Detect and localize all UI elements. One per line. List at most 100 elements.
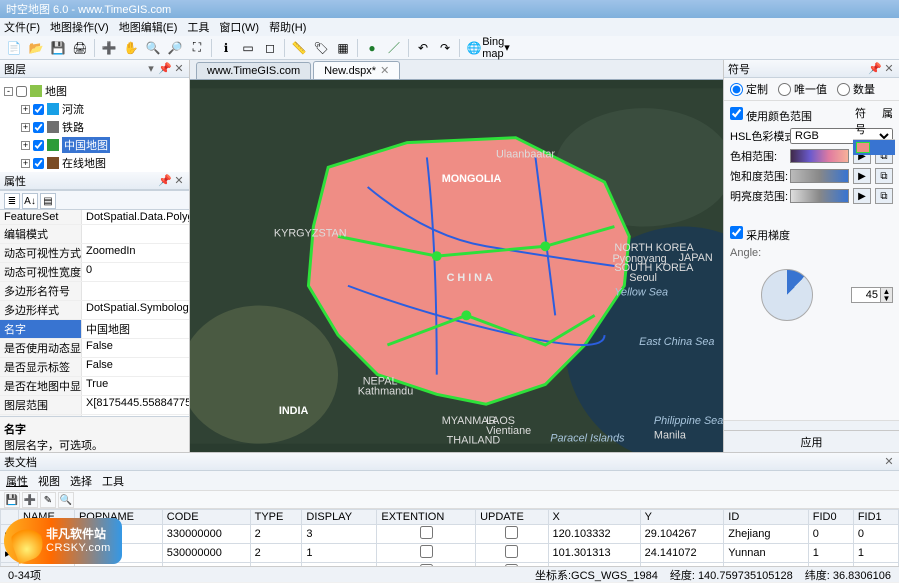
property-row[interactable]: 动态可视性宽度0 xyxy=(0,263,189,282)
sat-pick-icon[interactable]: ⧉ xyxy=(875,168,893,184)
property-row[interactable]: 图层范围X[8175445.55884775|1503 xyxy=(0,396,189,415)
angle-down-icon[interactable]: ▼ xyxy=(880,295,892,302)
property-row[interactable]: 是否显示标签False xyxy=(0,358,189,377)
tbl-save-icon[interactable]: 💾 xyxy=(4,492,20,508)
point-icon[interactable]: ● xyxy=(362,38,382,58)
light-pick-icon[interactable]: ⧉ xyxy=(875,188,893,204)
property-row[interactable]: 多边形名符号 xyxy=(0,282,189,301)
print-icon[interactable]: 🖨 xyxy=(70,38,90,58)
light-play-icon[interactable]: ▶ xyxy=(853,188,871,204)
menubar: 文件(F) 地图操作(V) 地图编辑(E) 工具 窗口(W) 帮助(H) xyxy=(0,18,899,36)
props-az-icon[interactable]: A↓ xyxy=(22,193,38,209)
pin-icon[interactable]: ▾ xyxy=(145,63,157,75)
add-layer-icon[interactable]: ➕ xyxy=(99,38,119,58)
open-icon[interactable]: 📂 xyxy=(26,38,46,58)
menu-mapop[interactable]: 地图操作(V) xyxy=(50,19,109,35)
use-gradient-checkbox[interactable]: 采用梯度 xyxy=(730,230,790,242)
table-tab-attr[interactable]: 属性 xyxy=(6,473,28,488)
angle-spinner[interactable]: ▲▼ xyxy=(851,287,893,303)
table-tab-view[interactable]: 视图 xyxy=(38,473,60,488)
symbol-close-icon[interactable]: ✕ xyxy=(883,63,895,75)
property-row[interactable]: 名字中国地图 xyxy=(0,320,189,339)
menu-help[interactable]: 帮助(H) xyxy=(269,19,306,35)
layer-node[interactable]: +河流 xyxy=(4,100,185,118)
pan-icon[interactable]: ✋ xyxy=(121,38,141,58)
identify-icon[interactable]: ℹ xyxy=(216,38,236,58)
property-grid[interactable]: FeatureSetDotSpatial.Data.Polygon编辑模式动态可… xyxy=(0,210,189,416)
tab-home[interactable]: www.TimeGIS.com xyxy=(196,62,311,79)
map-canvas[interactable]: MONGOLIA CHINA INDIA NEPAL MYANMAR LAOS … xyxy=(190,80,723,452)
layer-node[interactable]: +铁路 xyxy=(4,118,185,136)
redo-icon[interactable]: ↷ xyxy=(435,38,455,58)
props-page-icon[interactable]: ▤ xyxy=(40,193,56,209)
deselect-icon[interactable]: ◻ xyxy=(260,38,280,58)
tbl-edit-icon[interactable]: ✎ xyxy=(40,492,56,508)
basemap-dropdown[interactable]: Bing map ▾ xyxy=(486,38,506,58)
menu-file[interactable]: 文件(F) xyxy=(4,19,40,35)
pin3-icon[interactable]: 📌 xyxy=(159,175,171,187)
svg-text:Vientiane: Vientiane xyxy=(486,425,531,437)
tab-close-icon[interactable]: ✕ xyxy=(380,64,389,77)
menu-tools[interactable]: 工具 xyxy=(187,19,209,35)
property-row[interactable]: 动态可视性方式ZoomedIn xyxy=(0,244,189,263)
hsl-mode-label: HSL色彩模式 xyxy=(730,128,786,144)
svg-text:MONGOLIA: MONGOLIA xyxy=(442,173,502,185)
tbl-query-icon[interactable]: 🔍 xyxy=(58,492,74,508)
basemap-icon[interactable]: 🌐 xyxy=(464,38,484,58)
close-icon[interactable]: ✕ xyxy=(173,63,185,75)
attribute-table[interactable]: NAMEPOPNAMECODETYPEDISPLAYEXTENTIONUPDAT… xyxy=(0,509,899,566)
props-cat-icon[interactable]: ≣ xyxy=(4,193,20,209)
light-gradient[interactable] xyxy=(790,189,849,203)
property-row[interactable]: 是否使用动态显示属性False xyxy=(0,339,189,358)
pin2-icon[interactable]: 📌 xyxy=(159,63,171,75)
sat-play-icon[interactable]: ▶ xyxy=(853,168,871,184)
fullext-icon[interactable]: ⛶ xyxy=(187,38,207,58)
hscroll[interactable] xyxy=(724,420,899,430)
layer-node[interactable]: +在线地图 xyxy=(4,154,185,172)
property-row[interactable]: 多边形样式DotSpatial.Symbology. xyxy=(0,301,189,320)
symbol-mode-tabs: 定制 唯一值 数量 xyxy=(724,78,899,101)
line-tool-icon[interactable]: ／ xyxy=(384,38,404,58)
layer-tree[interactable]: -地图+河流+铁路+中国地图+在线地图 xyxy=(0,78,189,172)
apply-button[interactable]: 应用 xyxy=(724,430,899,452)
svg-text:East China Sea: East China Sea xyxy=(639,336,714,348)
table-row[interactable]: ▸云南云南53000000021101.30131324.141072Yunna… xyxy=(1,544,899,563)
save-icon[interactable]: 💾 xyxy=(48,38,68,58)
menu-window[interactable]: 窗口(W) xyxy=(219,19,259,35)
table-row[interactable]: ▸新疆285.65810342.002464Xinjiang22 xyxy=(1,563,899,567)
property-row[interactable]: 编辑模式 xyxy=(0,225,189,244)
select-icon[interactable]: ▭ xyxy=(238,38,258,58)
table-icon[interactable]: ▦ xyxy=(333,38,353,58)
use-color-checkbox[interactable]: 使用颜色范围 xyxy=(730,111,812,123)
symbol-tab-unique[interactable]: 唯一值 xyxy=(778,81,827,97)
measure-icon[interactable]: 📏 xyxy=(289,38,309,58)
property-row[interactable]: 是否在地图中显示图层True xyxy=(0,377,189,396)
angle-pie[interactable] xyxy=(761,269,813,321)
table-toolbar: 💾 ➕ ✎ 🔍 xyxy=(0,491,899,509)
close2-icon[interactable]: ✕ xyxy=(173,175,185,187)
menu-mapedit[interactable]: 地图编辑(E) xyxy=(119,19,178,35)
zoomout-icon[interactable]: 🔎 xyxy=(165,38,185,58)
table-row[interactable]: ▸浙江浙江33000000023120.10333229.104267Zheji… xyxy=(1,525,899,544)
sat-gradient[interactable] xyxy=(790,169,849,183)
new-icon[interactable]: 📄 xyxy=(4,38,24,58)
undo-icon[interactable]: ↶ xyxy=(413,38,433,58)
symbol-pin-icon[interactable]: 📌 xyxy=(869,63,881,75)
svg-text:Yellow Sea: Yellow Sea xyxy=(614,287,668,299)
table-close-icon[interactable]: ✕ xyxy=(883,456,895,468)
layer-node[interactable]: -地图 xyxy=(4,82,185,100)
hue-gradient[interactable] xyxy=(790,149,849,163)
table-tab-select[interactable]: 选择 xyxy=(70,473,92,488)
zoomin-icon[interactable]: 🔍 xyxy=(143,38,163,58)
table-tab-tools[interactable]: 工具 xyxy=(102,473,124,488)
tbl-add-icon[interactable]: ➕ xyxy=(22,492,38,508)
watermark-logo: 非凡软件站CRSKY.com xyxy=(4,518,122,564)
label-icon[interactable]: 🏷 xyxy=(311,38,331,58)
property-row[interactable]: FeatureSetDotSpatial.Data.Polygon xyxy=(0,210,189,225)
tab-newdoc[interactable]: New.dspx*✕ xyxy=(313,61,400,79)
svg-text:JAPAN: JAPAN xyxy=(679,252,713,264)
layer-node[interactable]: +中国地图 xyxy=(4,136,185,154)
svg-text:Philippine Sea: Philippine Sea xyxy=(654,415,723,427)
symbol-tab-custom[interactable]: 定制 xyxy=(730,81,768,97)
symbol-tab-qty[interactable]: 数量 xyxy=(837,81,875,97)
